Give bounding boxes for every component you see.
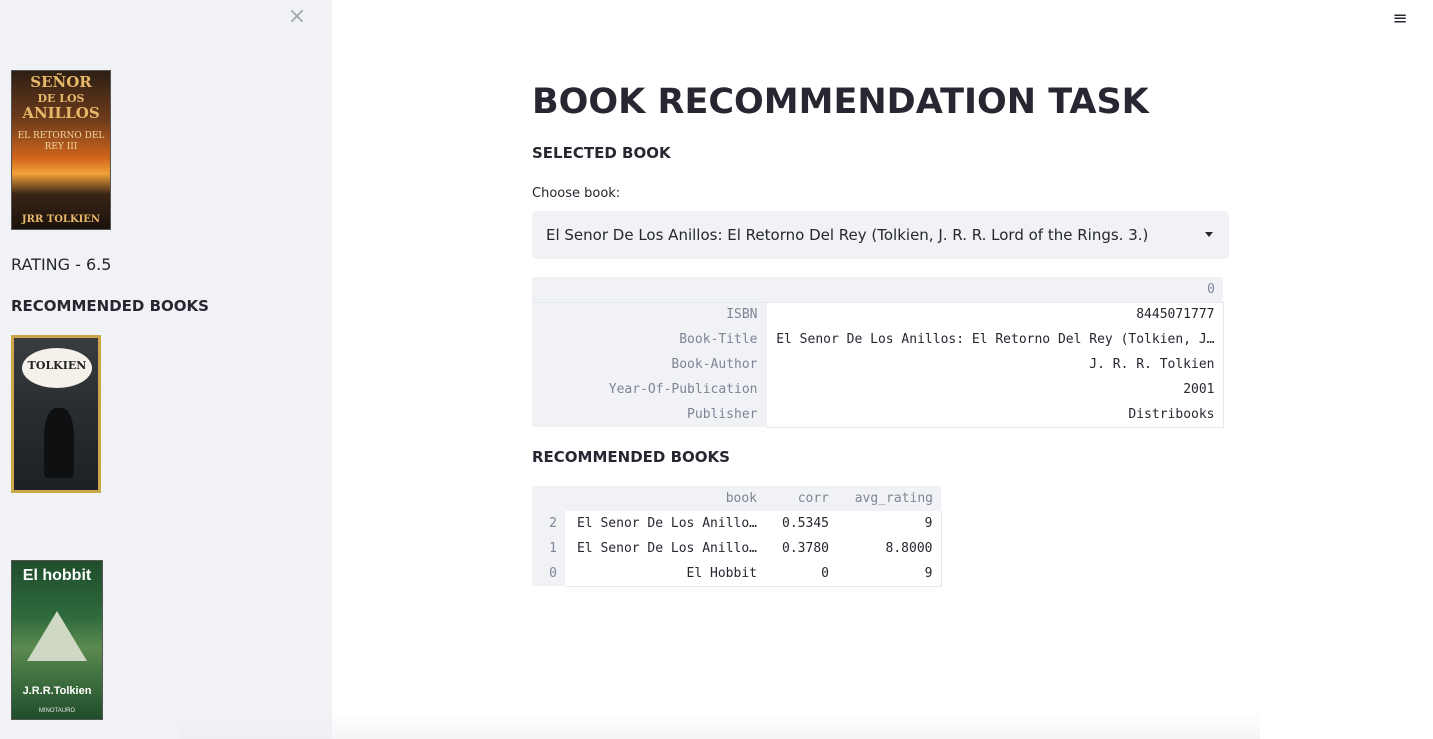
row-book: El Senor De Los Anillo… — [565, 511, 765, 536]
recommended-book-cover-2: El hobbit J.R.R.Tolkien MINOTAURO — [11, 560, 103, 720]
hamburger-menu-icon: ≡ — [1392, 8, 1408, 29]
table-header-row: 0 — [532, 277, 1223, 303]
index-header-cell — [532, 277, 766, 303]
index-header-cell — [532, 486, 565, 511]
row-avg-rating: 9 — [837, 511, 942, 536]
table-row: Year-Of-Publication 2001 — [532, 377, 1224, 402]
row-value: El Senor De Los Anillos: El Retorno Del … — [765, 327, 1224, 352]
table-row: Publisher Distribooks — [532, 402, 1224, 428]
row-book: El Hobbit — [565, 561, 765, 587]
sidebar-recommended-title: RECOMMENDED BOOKS — [11, 297, 209, 315]
row-key: Year-Of-Publication — [532, 377, 766, 402]
table-row: Book-Author J. R. R. Tolkien — [532, 352, 1224, 377]
selected-book-details-table: 0 ISBN 8445071777 Book-Title El Senor De… — [532, 277, 1224, 428]
book-header-cell: book — [565, 486, 765, 511]
row-value: Distribooks — [765, 402, 1224, 428]
row-key: Book-Title — [532, 327, 766, 352]
choose-book-select[interactable]: El Senor De Los Anillos: El Retorno Del … — [532, 211, 1229, 259]
cover-title-line3: ANILLOS — [22, 104, 100, 122]
row-avg-rating: 8.8000 — [837, 536, 942, 561]
row-book: El Senor De Los Anillo… — [565, 536, 765, 561]
row-key: Book-Author — [532, 352, 766, 377]
table-row: ISBN 8445071777 — [532, 302, 1224, 327]
selected-book-rating: RATING - 6.5 — [11, 255, 112, 274]
page-title: BOOK RECOMMENDATION TASK — [532, 82, 1149, 122]
table-row: Book-Title El Senor De Los Anillos: El R… — [532, 327, 1224, 352]
recommended-book-cover-1: TOLKIEN — [11, 335, 101, 493]
rec-cover-2-publisher: MINOTAURO — [38, 708, 76, 714]
row-value: J. R. R. Tolkien — [765, 352, 1224, 377]
sidebar: × SEÑOR DE LOS ANILLOS EL RETORNO DEL RE… — [0, 0, 332, 739]
selected-book-cover: SEÑOR DE LOS ANILLOS EL RETORNO DEL REY … — [11, 70, 111, 230]
row-key: Publisher — [532, 402, 766, 427]
chevron-down-icon — [1205, 232, 1213, 237]
row-key: ISBN — [532, 302, 766, 327]
row-corr: 0.5345 — [765, 511, 837, 536]
row-index: 2 — [532, 511, 565, 536]
choose-book-label: Choose book: — [532, 186, 621, 201]
table-header-row: book corr avg_rating — [532, 486, 941, 511]
row-index: 1 — [532, 536, 565, 561]
avg-rating-header-cell: avg_rating — [837, 486, 941, 511]
cover-title-line1: SEÑOR — [30, 73, 92, 91]
choose-book-selected-value: El Senor De Los Anillos: El Retorno Del … — [546, 226, 1149, 244]
rec-cover-2-author: J.R.R.Tolkien — [22, 685, 92, 697]
column-header-cell: 0 — [765, 277, 1223, 303]
cover-mountains — [27, 611, 87, 661]
row-index: 0 — [532, 561, 565, 586]
corr-header-cell: corr — [765, 486, 837, 511]
row-corr: 0 — [765, 561, 837, 587]
table-row: 0 El Hobbit 0 9 — [532, 561, 942, 587]
recommended-books-table: book corr avg_rating 2 El Senor De Los A… — [532, 486, 942, 587]
close-sidebar-button[interactable]: × — [286, 6, 308, 28]
cover-author: JRR TOLKIEN — [21, 214, 101, 225]
rec-cover-1-label: TOLKIEN — [27, 359, 87, 372]
bottom-shadow — [180, 712, 1260, 739]
rec-cover-2-title: El hobbit — [22, 567, 92, 584]
main-menu-button[interactable]: ≡ — [1390, 10, 1410, 28]
row-value: 8445071777 — [765, 302, 1224, 327]
row-value: 2001 — [765, 377, 1224, 402]
cover-subtitle: EL RETORNO DEL REY III — [17, 131, 105, 152]
table-row: 1 El Senor De Los Anillo… 0.3780 8.8000 — [532, 536, 942, 561]
close-icon: × — [287, 4, 307, 29]
cover-figure — [44, 408, 74, 478]
table-row: 2 El Senor De Los Anillo… 0.5345 9 — [532, 511, 942, 536]
row-avg-rating: 9 — [837, 561, 942, 587]
row-corr: 0.3780 — [765, 536, 837, 561]
recommended-books-heading: RECOMMENDED BOOKS — [532, 448, 730, 466]
selected-book-heading: SELECTED BOOK — [532, 144, 671, 162]
